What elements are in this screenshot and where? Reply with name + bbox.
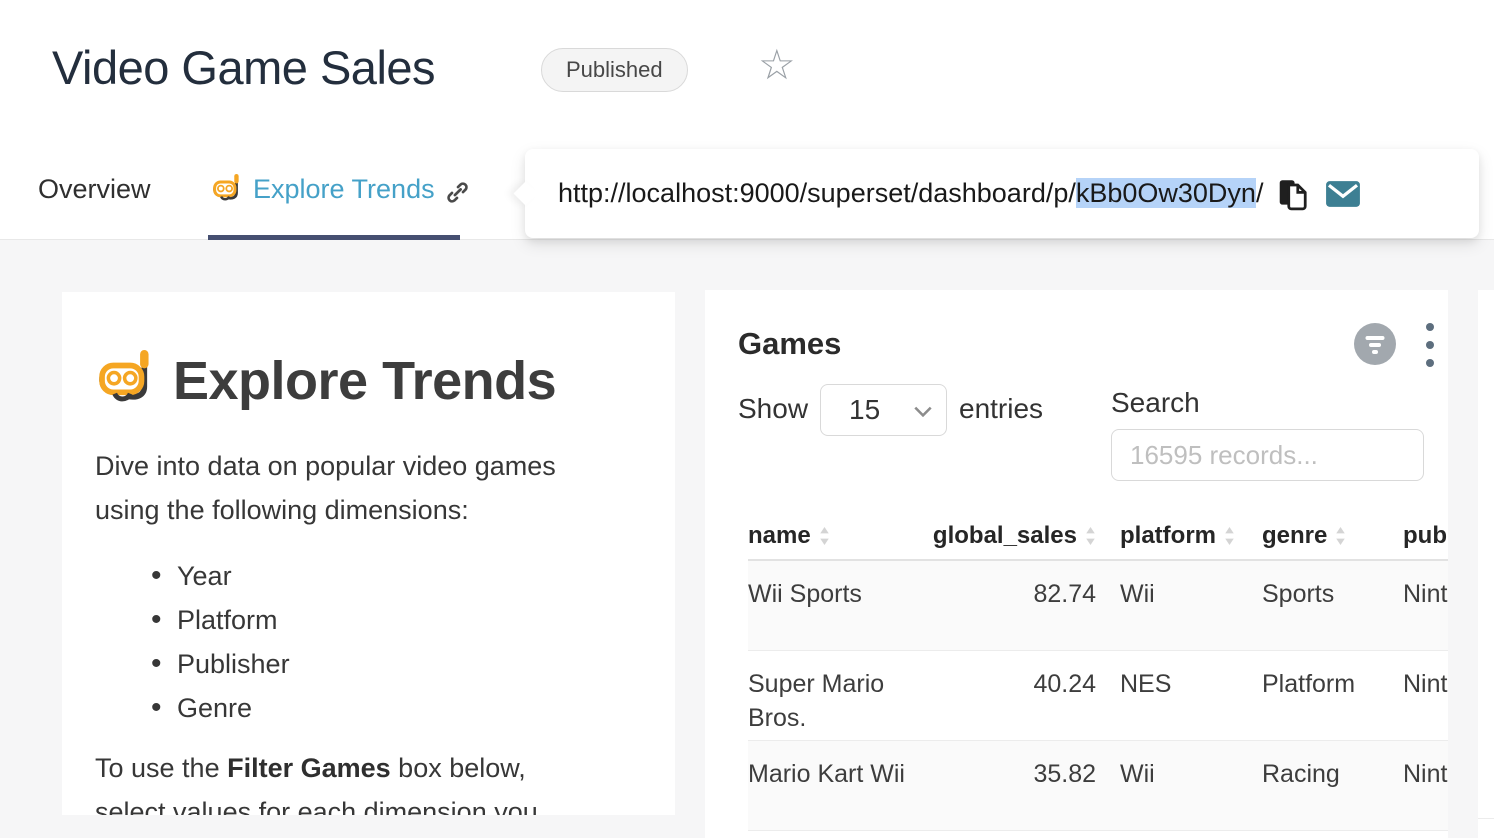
games-table-card: Games Show 15 entries Search name global… [705,290,1448,838]
sort-icon [1085,527,1096,545]
cell-global-sales: 35.82 [910,740,1100,830]
cell-global-sales: 82.74 [910,560,1100,650]
markdown-footer: To use the Filter Games box below, selec… [95,746,565,815]
copy-url-icon[interactable] [1277,177,1309,211]
email-share-icon[interactable] [1325,180,1361,208]
tab-overview-label: Overview [38,174,151,205]
markdown-intro: Dive into data on popular video games us… [95,444,615,532]
cell-platform: Wii [1100,740,1242,830]
cell-platform: NES [1100,650,1242,740]
table-row: Super Mario Bros. 40.24 NES Platform Nin… [748,650,1448,740]
markdown-title: Explore Trends [173,350,556,412]
clipped-card-edge [1478,290,1494,838]
url-prefix: http://localhost:9000/superset/dashboard… [558,178,1076,208]
filter-games-bold: Filter Games [227,753,391,783]
markdown-heading: Explore Trends [95,350,645,412]
table-row: Mario Kart Wii 35.82 Wii Racing Nint [748,740,1448,830]
cell-name: Super Mario Bros. [748,650,910,740]
column-header-genre[interactable]: genre [1242,512,1383,560]
page-title: Video Game Sales [52,40,435,95]
sort-icon [819,527,830,545]
url-selected-text: kBb0Ow30Dyn [1076,178,1256,208]
tab-explore-trends-label: Explore Trends [253,174,435,205]
list-item: Platform [95,598,645,642]
dashboard-url: http://localhost:9000/superset/dashboard… [558,178,1263,209]
markdown-card: Explore Trends Dive into data on popular… [62,292,675,815]
column-header-publisher[interactable]: pub [1383,512,1448,560]
intro-line-2: using the following dimensions: [95,488,615,532]
games-table: name global_sales platform genre pub Wii… [748,512,1448,831]
cell-name: Mario Kart Wii [748,740,910,830]
list-item: Year [95,554,645,598]
chart-title: Games [738,326,841,362]
page-header: Video Game Sales Published ☆ [0,0,1494,140]
cell-genre: Racing [1242,740,1383,830]
column-header-platform[interactable]: platform [1100,512,1242,560]
sort-icon [1224,527,1235,545]
show-label: Show [738,393,808,425]
cell-genre: Sports [1242,560,1383,650]
diving-mask-icon [211,174,243,206]
footer-line-1: To use the Filter Games box below, [95,746,565,790]
intro-line-1: Dive into data on popular video games [95,444,615,488]
cell-global-sales: 40.24 [910,650,1100,740]
share-link-icon[interactable] [445,174,470,205]
list-item: Genre [95,686,645,730]
dimension-list: Year Platform Publisher Genre [95,554,645,730]
sort-icon [1335,527,1346,545]
cell-genre: Platform [1242,650,1383,740]
table-header-row: name global_sales platform genre pub [748,512,1448,560]
tab-explore-trends[interactable]: Explore Trends [211,140,470,239]
diving-mask-icon [95,350,157,412]
cell-platform: Wii [1100,560,1242,650]
footer-line-2: select values for each dimension you [95,790,565,815]
tab-overview[interactable]: Overview [38,140,151,239]
more-options-icon[interactable] [1423,323,1437,367]
column-header-name[interactable]: name [748,512,910,560]
page-size-select[interactable]: 15 [820,384,947,436]
chevron-down-icon [914,406,932,417]
share-url-popover: http://localhost:9000/superset/dashboard… [525,149,1479,238]
favorite-star-icon[interactable]: ☆ [758,40,796,89]
column-header-global-sales[interactable]: global_sales [910,512,1100,560]
table-row: Wii Sports 82.74 Wii Sports Nint [748,560,1448,650]
cell-publisher: Nint [1383,560,1448,650]
page-size-value: 15 [849,394,880,426]
url-suffix: / [1256,178,1264,208]
cell-publisher: Nint [1383,650,1448,740]
search-label: Search [1111,387,1200,419]
cell-name: Wii Sports [748,560,910,650]
cell-publisher: Nint [1383,740,1448,830]
published-badge[interactable]: Published [541,48,688,92]
dashboard-page: Video Game Sales Published ☆ Overview Ex… [0,0,1494,838]
entries-label: entries [959,393,1043,425]
search-input[interactable] [1111,429,1424,481]
list-item: Publisher [95,642,645,686]
filter-icon[interactable] [1354,323,1396,365]
